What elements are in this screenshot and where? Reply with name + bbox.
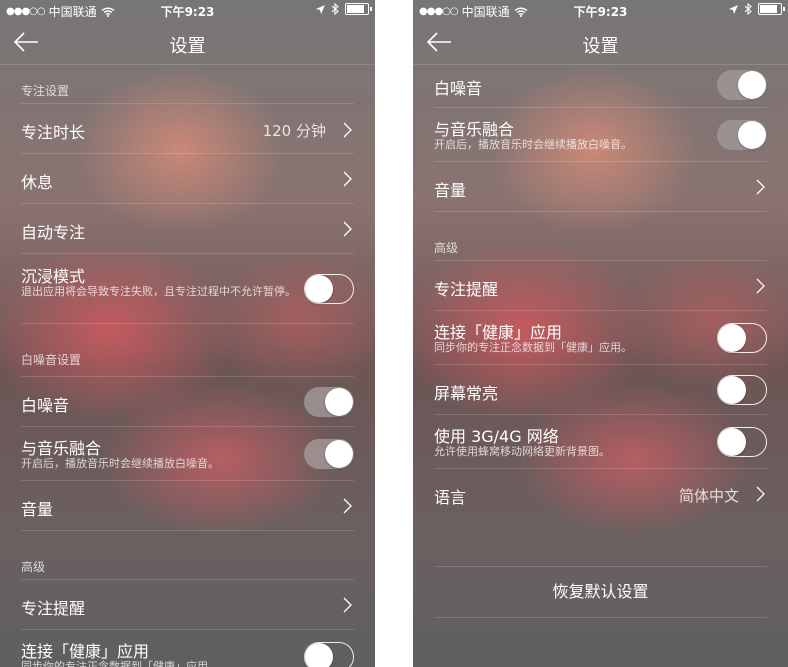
row-value: 120 分钟 [262,122,326,140]
location-icon [316,4,325,14]
row-sublabel: 同步你的专注正念数据到「健康」应用。 [21,660,219,667]
row-label: 音量 [21,500,54,519]
row-volume[interactable]: 音量 [21,481,354,531]
health-toggle[interactable] [304,642,354,667]
cellular-toggle[interactable] [717,427,767,457]
bluetooth-icon [331,3,339,15]
reset-defaults-button[interactable]: 恢复默认设置 [434,566,767,618]
settings-list: 白噪音 与音乐融合 开启后，播放音乐时会继续播放白噪音。 音量 高级 专注提醒 … [413,58,788,519]
row-label: 白噪音 [21,396,70,415]
section-header-advanced: 高级 [21,531,354,580]
row-music-mix: 与音乐融合 开启后，播放音乐时会继续播放白噪音。 [434,108,767,162]
chevron-right-icon [756,486,765,502]
immersive-toggle[interactable] [304,274,354,304]
row-sublabel: 允许使用蜂窝移动网络更新背景图。 [434,445,610,458]
phone-screen-left: ●●●○○ 中国联通 下午9:23 设置 专注设置 专注时长 120 分钟 休息… [0,0,375,667]
row-white-noise: 白噪音 [21,377,354,427]
row-language[interactable]: 语言 简体中文 [434,469,767,519]
chevron-right-icon [343,171,352,187]
row-value: 简体中文 [678,487,739,505]
row-label: 专注提醒 [434,280,499,299]
row-label: 休息 [21,173,54,192]
row-health: 连接「健康」应用 同步你的专注正念数据到「健康」应用。 [21,630,354,667]
row-label: 与音乐融合 [434,120,515,139]
row-label: 自动专注 [21,223,86,242]
music-mix-toggle[interactable] [304,439,354,469]
chevron-right-icon [756,179,765,195]
row-label: 连接「健康」应用 [21,642,150,661]
row-label: 屏幕常亮 [434,384,499,403]
page-title: 设置 [169,36,206,57]
section-header-focus: 专注设置 [21,65,354,104]
chevron-right-icon [343,122,352,138]
bluetooth-icon [744,3,752,15]
row-screen-on: 屏幕常亮 [434,365,767,415]
battery-icon [758,3,785,15]
row-sublabel: 开启后，播放音乐时会继续播放白噪音。 [434,138,632,151]
health-toggle[interactable] [717,323,767,353]
row-volume[interactable]: 音量 [434,162,767,212]
chevron-right-icon [343,221,352,237]
row-focus-duration[interactable]: 专注时长 120 分钟 [21,104,354,154]
row-focus-reminder[interactable]: 专注提醒 [434,261,767,311]
screen-on-toggle[interactable] [717,375,767,405]
row-cellular: 使用 3G/4G 网络 允许使用蜂窝移动网络更新背景图。 [434,415,767,469]
chevron-right-icon [343,597,352,613]
chevron-right-icon [756,278,765,294]
page-title: 设置 [582,36,619,57]
settings-list: 专注设置 专注时长 120 分钟 休息 自动专注 沉浸模式 退出应用将会导致专注… [0,65,375,667]
row-health: 连接「健康」应用 同步你的专注正念数据到「健康」应用。 [434,311,767,365]
row-immersive: 沉浸模式 退出应用将会导致专注失败，且专注过程中不允许暂停。 [21,254,354,324]
row-sublabel: 退出应用将会导致专注失败，且专注过程中不允许暂停。 [21,285,296,298]
section-header-advanced: 高级 [434,212,767,261]
nav-bar: 设置 [0,20,375,65]
battery-icon [345,3,372,15]
section-header-white-noise: 白噪音设置 [21,324,354,377]
location-icon [729,4,738,14]
status-bar: ●●●○○ 中国联通 下午9:23 [413,0,788,20]
row-sublabel: 开启后，播放音乐时会继续播放白噪音。 [21,457,219,470]
row-label: 专注时长 [21,123,86,142]
row-music-mix: 与音乐融合 开启后，播放音乐时会继续播放白噪音。 [21,427,354,481]
phone-screen-right: ●●●○○ 中国联通 下午9:23 设置 白噪音 与音乐融合 开启后，播放音乐时… [413,0,788,667]
row-label: 音量 [434,181,467,200]
white-noise-toggle[interactable] [717,70,767,100]
row-label: 与音乐融合 [21,439,102,458]
row-sublabel: 同步你的专注正念数据到「健康」应用。 [434,341,632,354]
row-auto-focus[interactable]: 自动专注 [21,204,354,254]
white-noise-toggle[interactable] [304,387,354,417]
row-label: 专注提醒 [21,599,86,618]
row-focus-reminder[interactable]: 专注提醒 [21,580,354,630]
chevron-right-icon [343,498,352,514]
row-label: 连接「健康」应用 [434,323,563,342]
status-bar: ●●●○○ 中国联通 下午9:23 [0,0,375,20]
row-label: 沉浸模式 [21,267,86,286]
row-white-noise: 白噪音 [434,58,767,108]
music-mix-toggle[interactable] [717,120,767,150]
row-label: 白噪音 [434,79,483,98]
row-label: 使用 3G/4G 网络 [434,427,559,446]
row-rest[interactable]: 休息 [21,154,354,204]
row-label: 语言 [434,488,467,507]
